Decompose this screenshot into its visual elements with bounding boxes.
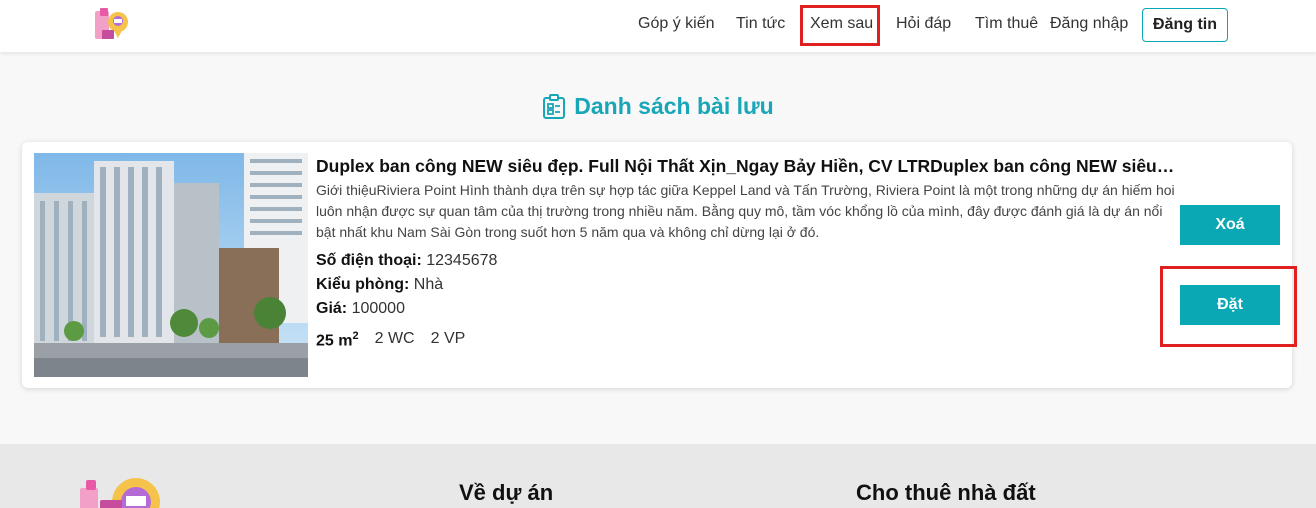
nav-faq[interactable]: Hỏi đáp <box>896 15 951 33</box>
listing-photo[interactable] <box>34 153 308 377</box>
price-label: Giá: <box>316 300 348 317</box>
listing-specs: 25 m2 2 WC 2 VP <box>316 330 465 350</box>
nav-find-rent[interactable]: Tìm thuê <box>975 15 1038 33</box>
post-listing-button[interactable]: Đăng tin <box>1142 8 1228 42</box>
phone-value: 12345678 <box>426 252 498 269</box>
nav-news[interactable]: Tin tức <box>736 15 785 33</box>
footer-heading-rent: Cho thuê nhà đất <box>856 480 1036 505</box>
top-header: Góp ý kiến Tin tức Xem sau Hỏi đáp Tìm t… <box>0 0 1316 52</box>
site-logo[interactable] <box>92 6 130 44</box>
room-type-row: Kiểu phòng: Nhà <box>316 276 443 294</box>
highlight-box-saved <box>800 5 880 46</box>
delete-button[interactable]: Xoá <box>1180 205 1280 245</box>
phone-label: Số điện thoại: <box>316 252 422 269</box>
nav-login[interactable]: Đăng nhập <box>1050 15 1128 33</box>
footer-logo <box>78 474 162 508</box>
page-title-text: Danh sách bài lưu <box>574 93 774 119</box>
saved-list-icon <box>543 93 566 119</box>
wc-count: 2 WC <box>374 330 415 347</box>
nav-feedback[interactable]: Góp ý kiến <box>638 15 714 33</box>
room-type-value: Nhà <box>413 276 444 293</box>
listing-description: Giới thiệuRiviera Point Hình thành dựa t… <box>316 182 1175 240</box>
vp-count: 2 VP <box>430 330 466 347</box>
room-type-label: Kiểu phòng: <box>316 276 410 293</box>
price-row: Giá: 100000 <box>316 300 405 318</box>
page-title: Danh sách bài lưu <box>0 93 1316 120</box>
footer-heading-about: Về dự án <box>459 480 554 505</box>
highlight-box-book <box>1160 266 1297 347</box>
price-value: 100000 <box>351 300 405 317</box>
listing-title[interactable]: Duplex ban công NEW siêu đẹp. Full Nội T… <box>316 156 1176 177</box>
footer: Về dự án Cho thuê nhà đất <box>0 444 1316 508</box>
saved-listing-card: Duplex ban công NEW siêu đẹp. Full Nội T… <box>22 142 1292 388</box>
area-value: 25 m2 <box>316 330 359 350</box>
phone-row: Số điện thoại: 12345678 <box>316 252 497 270</box>
